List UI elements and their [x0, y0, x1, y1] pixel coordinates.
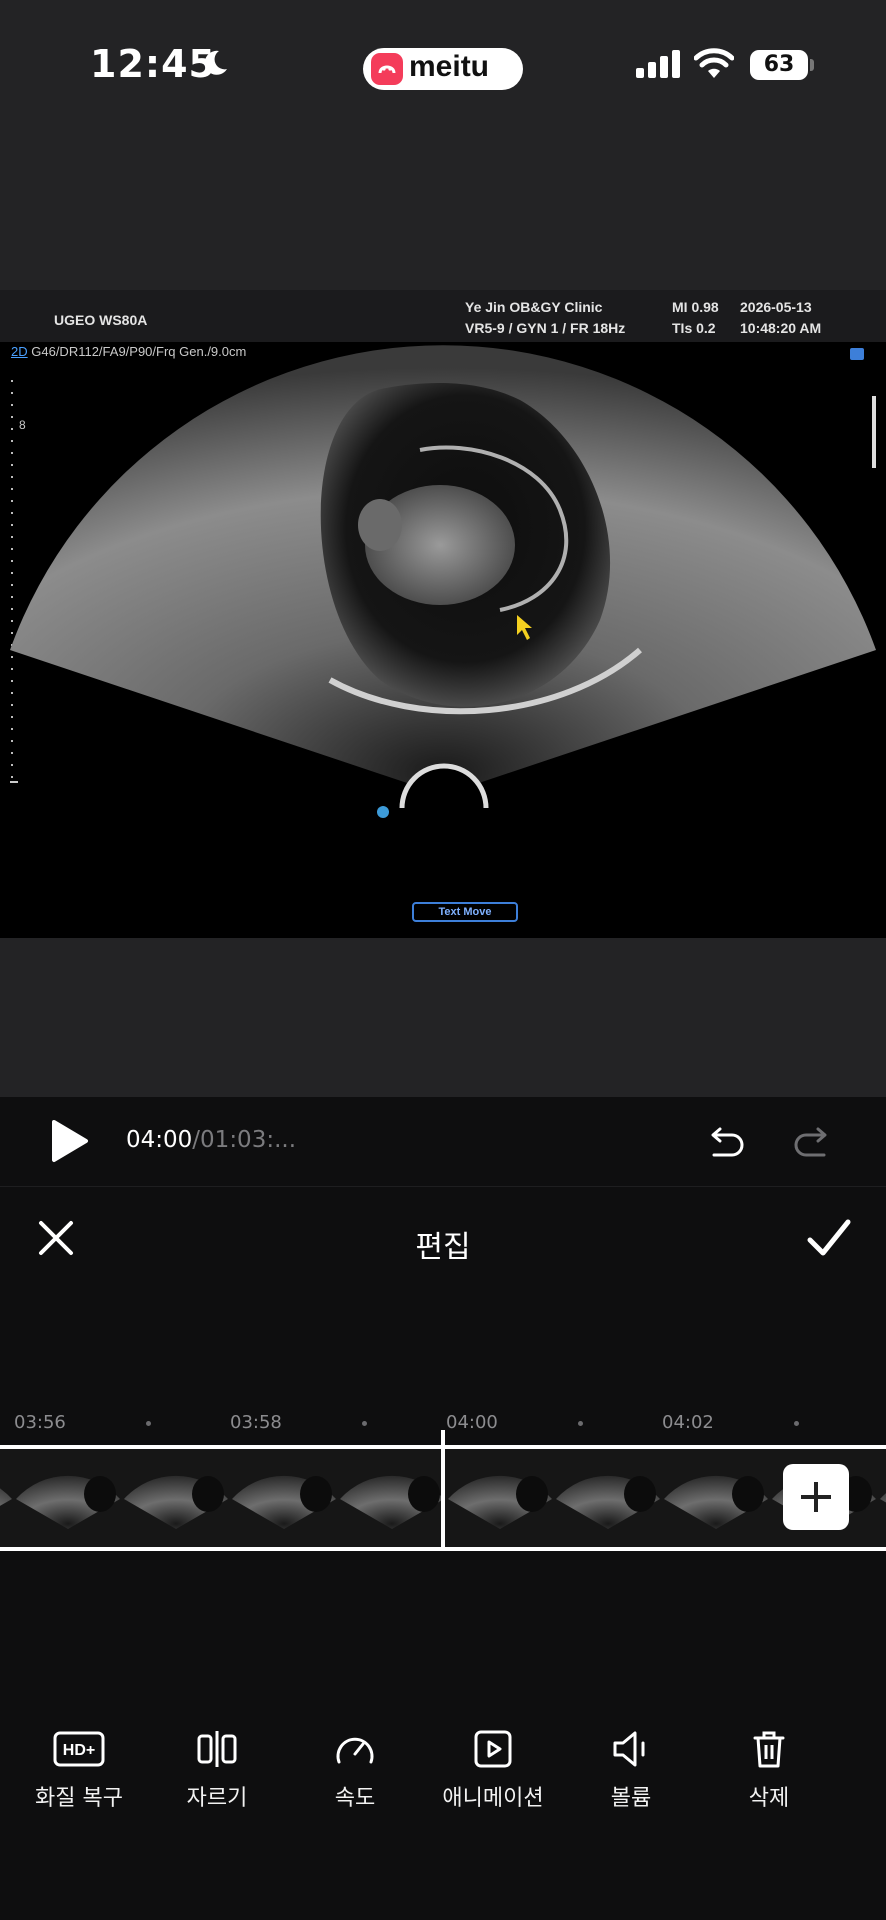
- playhead[interactable]: [441, 1430, 445, 1550]
- tool-speed[interactable]: 속도: [286, 1730, 424, 1830]
- video-preview-area: 12:45 meitu 63 UGEO WS80A Ye Jin OB&GY C…: [0, 0, 886, 1097]
- battery-indicator: 63: [750, 50, 808, 80]
- animation-play-icon: [474, 1730, 512, 1768]
- tool-label: 애니메이션: [442, 1786, 544, 1811]
- cellular-signal-icon: [636, 50, 680, 78]
- tick-dot: [362, 1421, 367, 1426]
- hd-plus-icon: HD+: [53, 1731, 105, 1767]
- play-icon[interactable]: [50, 1119, 90, 1163]
- meitu-logo-icon: [371, 53, 403, 85]
- video-frame[interactable]: UGEO WS80A Ye Jin OB&GY Clinic VR5-9 / G…: [0, 290, 886, 938]
- text-move-button: Text Move: [412, 902, 518, 922]
- status-time: 12:45: [90, 42, 216, 86]
- app-brand-badge: meitu: [363, 48, 523, 90]
- tick-label: 03:58: [230, 1412, 282, 1433]
- moon-icon: [204, 50, 227, 75]
- player-controls: 04:00/01:03:...: [0, 1097, 886, 1187]
- wifi-icon: [694, 48, 734, 78]
- tool-label: 삭제: [748, 1786, 790, 1811]
- tool-volume[interactable]: 볼륨: [562, 1730, 700, 1830]
- tool-split[interactable]: 자르기: [148, 1730, 286, 1830]
- tool-label: 화질 복구: [35, 1786, 123, 1811]
- tool-label: 자르기: [186, 1786, 248, 1811]
- battery-tip: [810, 59, 814, 71]
- edit-header: 편집: [0, 1188, 886, 1298]
- tick-dot: [146, 1421, 151, 1426]
- tick-label: 04:00: [446, 1412, 498, 1433]
- speed-gauge-icon: [336, 1737, 374, 1764]
- trash-icon: [753, 1731, 785, 1768]
- edit-toolbar: HD+ 화질 복구 자르기 속도 애니메이션 볼륨 삭제: [0, 1730, 886, 1830]
- split-icon: [197, 1731, 237, 1767]
- add-clip-button[interactable]: [783, 1464, 849, 1530]
- undo-icon[interactable]: [704, 1123, 744, 1163]
- tick-dot: [794, 1421, 799, 1426]
- current-time: 04:00: [126, 1127, 193, 1153]
- ultrasound-image: [10, 345, 876, 818]
- tool-animation[interactable]: 애니메이션: [424, 1730, 562, 1830]
- tick-label: 03:56: [14, 1412, 66, 1433]
- tick-dot: [578, 1421, 583, 1426]
- total-time: /01:03:...: [192, 1127, 297, 1153]
- svg-text:HD+: HD+: [63, 1742, 95, 1759]
- redo-icon[interactable]: [794, 1123, 834, 1163]
- app-brand-name: meitu: [409, 50, 490, 83]
- page-title: 편집: [415, 1230, 471, 1265]
- check-icon[interactable]: [806, 1216, 852, 1260]
- status-bar: 12:45 meitu 63: [0, 0, 886, 140]
- tool-label: 볼륨: [610, 1786, 652, 1811]
- playback-time: 04:00/01:03:...: [126, 1127, 296, 1153]
- volume-icon: [613, 1731, 645, 1767]
- tick-label: 04:02: [662, 1412, 714, 1433]
- tool-label: 속도: [334, 1786, 376, 1811]
- tool-quality-restore[interactable]: HD+ 화질 복구: [10, 1730, 148, 1830]
- tool-delete[interactable]: 삭제: [700, 1730, 838, 1830]
